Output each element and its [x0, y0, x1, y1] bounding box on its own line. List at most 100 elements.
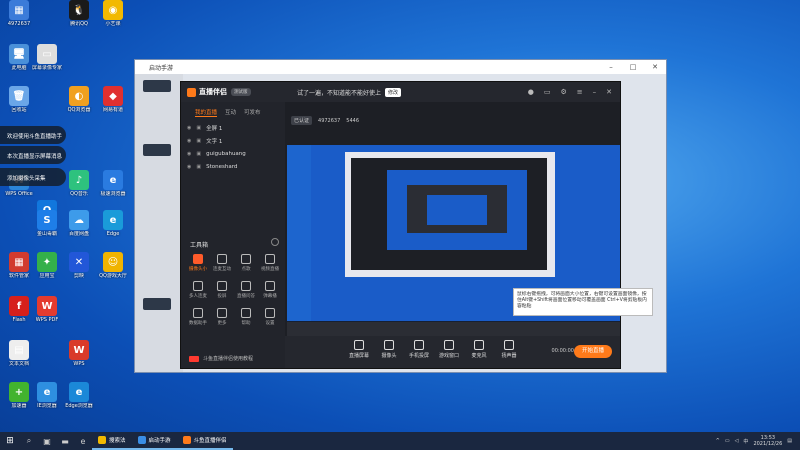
taskbar-app[interactable]: 搜索法	[92, 432, 132, 450]
tab-publish[interactable]: 可发布	[244, 108, 261, 117]
tool-button[interactable]: 帮助	[235, 308, 257, 326]
lock-icon[interactable]: ▣	[196, 164, 201, 170]
task-view-icon[interactable]: ▣	[38, 437, 56, 446]
back-button[interactable]	[143, 80, 171, 92]
control-label: 直播屏幕	[348, 353, 369, 359]
settings-icon[interactable]: ⚙	[560, 88, 566, 96]
live-app-window[interactable]: 直播伴侣 测试版 试了一遍，不知道能不能好使上 修改 ● ▭ ⚙ ≡ – ✕ 我…	[180, 81, 621, 369]
tool-label: 数据助手	[189, 321, 207, 326]
game-icon	[444, 340, 454, 350]
tool-button[interactable]: 更多	[211, 308, 233, 326]
desktop-icon-label: 4972637	[7, 21, 31, 27]
desktop-icon[interactable]: ✦ 应用宝	[30, 252, 64, 279]
go-live-button[interactable]: 开始直播	[574, 345, 612, 358]
taskbar-app[interactable]: 斗鱼直播伴侣	[176, 432, 233, 450]
chevron-up-icon[interactable]: ^	[716, 438, 720, 444]
close-icon[interactable]: ✕	[644, 63, 666, 71]
desktop-icon[interactable]: e IE浏览器	[30, 382, 64, 409]
sidebar-button[interactable]	[143, 144, 171, 156]
desktop-icon[interactable]: ♪ QQ音乐	[62, 170, 96, 197]
desktop-icon[interactable]: ▤ 文本文档	[2, 340, 36, 367]
app-icon: ◐	[69, 86, 89, 106]
phone-cast-button[interactable]: 手机投屏	[405, 340, 433, 359]
scene-item[interactable]: ◉ ▣ Stoneshard	[181, 160, 285, 173]
speaker-button[interactable]: 扬声器	[495, 340, 523, 359]
tool-button[interactable]: 视频直播	[259, 254, 281, 272]
volume-icon[interactable]: ◁	[735, 438, 739, 444]
desktop-icon[interactable]: 🐧 腾讯QQ	[62, 0, 96, 27]
desktop-icon[interactable]: ☁ 百度网盘	[62, 210, 96, 237]
tool-button[interactable]: 摄像头小	[187, 254, 209, 272]
window-controls: ● ▭ ⚙ ≡ – ✕	[528, 88, 620, 96]
toolbox-more-icon[interactable]	[271, 238, 279, 246]
tool-button[interactable]: 弹幕播	[259, 281, 281, 299]
minimize-app-icon[interactable]: –	[593, 88, 597, 96]
tool-button[interactable]: 直播问答	[235, 281, 257, 299]
desktop-icon[interactable]: ◉ 小艺课	[96, 0, 130, 27]
scene-item[interactable]: ◉ ▣ 文字 1	[181, 134, 285, 147]
notification-toast[interactable]: 添加摄像头采集	[0, 168, 66, 186]
preview-toolbar	[287, 322, 620, 336]
eye-icon[interactable]: ◉	[187, 164, 191, 170]
lock-icon[interactable]: ▣	[196, 138, 201, 144]
close-app-icon[interactable]: ✕	[606, 88, 612, 96]
desktop-icon[interactable]: ✕ 剪映	[62, 252, 96, 279]
eye-icon[interactable]: ◉	[187, 125, 191, 131]
desktop-icon[interactable]: ◐ QQ浏览器	[62, 86, 96, 113]
clock[interactable]: 13:53 2021/12/26	[753, 435, 782, 447]
edit-title-button[interactable]: 修改	[385, 87, 402, 97]
tool-button[interactable]: 数据助手	[187, 308, 209, 326]
tool-button[interactable]: 多人连麦	[187, 281, 209, 299]
tab-interact[interactable]: 互动	[225, 108, 236, 117]
desktop-icon[interactable]: 🗑 回收站	[2, 86, 36, 113]
menu-icon[interactable]: ≡	[577, 88, 583, 96]
ime-icon[interactable]: 中	[743, 438, 748, 445]
scene-item[interactable]: ◉ ▣ 全屏 1	[181, 121, 285, 134]
tool-button[interactable]: 连麦互动	[211, 254, 233, 272]
desktop-icon[interactable]: ▭ 屏幕录像专家	[30, 44, 64, 71]
desktop-icon[interactable]: ▦ 4972637	[2, 0, 36, 27]
search-icon[interactable]: ⌕	[20, 436, 38, 446]
tool-button[interactable]: 投屏	[211, 281, 233, 299]
scene-item[interactable]: ◉ ▣ guigubahuang	[181, 147, 285, 160]
notification-icon[interactable]: ▤	[787, 438, 792, 444]
lock-icon[interactable]: ▣	[196, 151, 201, 157]
eye-icon[interactable]: ◉	[187, 151, 191, 157]
version-badge: 测试版	[231, 88, 251, 96]
network-icon[interactable]: ▭	[725, 438, 730, 444]
desktop-icon[interactable]: ◆ 网易有道	[96, 86, 130, 113]
desktop-icon[interactable]: e Edge浏览器	[62, 382, 96, 409]
tutorial-notice[interactable]: 斗鱼直播伴侣使用教程	[189, 355, 253, 362]
desktop-icon-label: QQ音乐	[70, 191, 88, 197]
screen-capture-button[interactable]: 直播屏幕	[345, 340, 373, 359]
desktop-icon[interactable]: S 金山毒霸	[30, 210, 64, 237]
app-icon: W	[37, 296, 57, 316]
eye-icon[interactable]: ◉	[187, 138, 191, 144]
camera-button[interactable]: 摄像头	[375, 340, 403, 359]
notification-toast[interactable]: 欢迎使用斗鱼直播助手	[0, 126, 66, 144]
tab-my-live[interactable]: 我的直播	[195, 108, 218, 117]
lock-icon[interactable]: ▣	[196, 125, 201, 131]
notification-toast[interactable]: 本次直播显示屏幕消息	[0, 146, 66, 164]
desktop-icon[interactable]: W WPS	[62, 340, 96, 367]
desktop-icon[interactable]: W WPS PDF	[30, 296, 64, 323]
tool-button[interactable]: 点歌	[235, 254, 257, 272]
folder-icon[interactable]: ▬	[56, 437, 74, 446]
outer-window-titlebar[interactable]: 启动手游 – □ ✕	[135, 60, 666, 74]
avatar-icon[interactable]: ●	[528, 88, 534, 96]
microphone-button[interactable]: 麦克风	[465, 340, 493, 359]
game-window-button[interactable]: 游戏窗口	[435, 340, 463, 359]
taskbar-app[interactable]: 启动手游	[131, 432, 177, 450]
maximize-icon[interactable]: □	[622, 63, 644, 71]
power-button[interactable]	[143, 298, 171, 310]
desktop-icon[interactable]: e Edge	[96, 210, 130, 237]
desktop-icon[interactable]: e 极速浏览器	[96, 170, 130, 197]
tool-button[interactable]: 设置	[259, 308, 281, 326]
browser-icon[interactable]: e	[74, 437, 92, 446]
desktop-icon[interactable]: ☺ QQ游戏大厅	[96, 252, 130, 279]
minimize-icon[interactable]: –	[600, 63, 622, 71]
tool-label: 更多	[217, 321, 227, 326]
start-icon[interactable]: ⊞	[0, 436, 20, 446]
message-icon[interactable]: ▭	[544, 88, 551, 96]
tool-icon	[217, 308, 227, 318]
